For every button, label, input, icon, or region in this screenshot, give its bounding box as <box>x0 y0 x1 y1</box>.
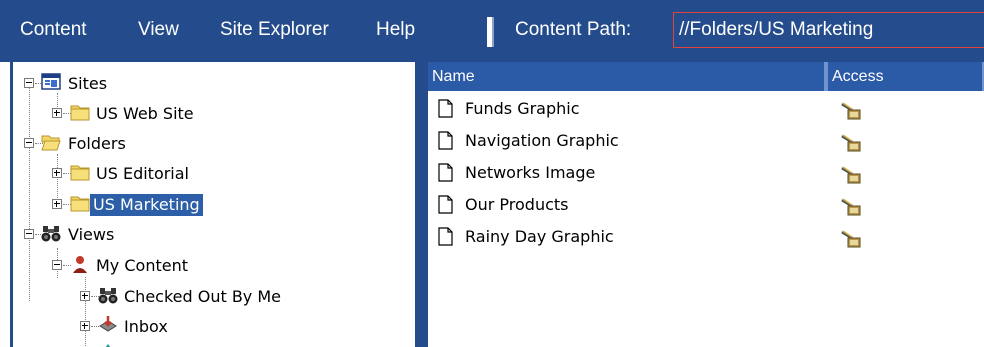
list-item-name: Networks Image <box>465 163 596 182</box>
list-item[interactable]: Our Products <box>438 192 968 222</box>
toolbar-grip[interactable] <box>487 17 494 47</box>
inbox-icon <box>99 316 117 332</box>
tree-item-label: Inbox <box>124 317 168 336</box>
document-icon <box>438 163 453 182</box>
access-key-icon <box>841 102 861 120</box>
document-icon <box>438 195 453 214</box>
folder-icon <box>70 196 90 212</box>
tree-item-label: Checked Out By Me <box>124 287 282 306</box>
tree-item-checked-out-by-me[interactable]: Checked Out By Me <box>13 285 313 311</box>
list-item-name: Our Products <box>465 195 569 214</box>
content-explorer-window: Content View Site Explorer Help Content … <box>0 0 984 347</box>
content-path-label: Content Path: <box>515 19 632 40</box>
document-icon <box>438 227 453 246</box>
document-icon <box>438 131 453 150</box>
binoculars-icon <box>41 226 61 242</box>
access-key-icon <box>841 230 861 248</box>
list-item-name: Rainy Day Graphic <box>465 227 614 246</box>
document-icon <box>438 99 453 118</box>
tree-item-folders[interactable]: Folders <box>13 132 213 158</box>
collapse-icon[interactable] <box>24 229 34 239</box>
list-item[interactable]: Rainy Day Graphic <box>438 224 968 254</box>
tree-item-partial-icon <box>105 344 111 347</box>
tree-item-us-editorial[interactable]: US Editorial <box>13 162 243 188</box>
list-header: Name Access <box>428 62 984 91</box>
column-header-access[interactable]: Access <box>826 62 984 91</box>
tree-item-label: US Web Site <box>96 104 194 123</box>
user-icon <box>73 256 87 273</box>
menu-bar: Content View Site Explorer Help Content … <box>0 0 984 62</box>
open-folder-icon <box>41 135 61 151</box>
tree-pane: Sites US Web Site Folders US Editorial U… <box>10 62 417 347</box>
collapse-icon[interactable] <box>52 260 62 270</box>
tree-item-us-marketing[interactable]: US Marketing <box>13 193 273 219</box>
menu-content[interactable]: Content <box>20 19 87 41</box>
tree-item-label: US Marketing <box>90 194 203 216</box>
content-path-input[interactable]: //Folders/US Marketing <box>673 12 984 48</box>
expand-icon[interactable] <box>52 199 62 209</box>
tree-item-us-web-site[interactable]: US Web Site <box>13 102 243 128</box>
tree-item-label: Views <box>68 225 115 244</box>
tree-item-label: Folders <box>68 134 126 153</box>
menu-site-explorer[interactable]: Site Explorer <box>220 19 329 41</box>
expand-icon[interactable] <box>52 168 62 178</box>
expand-icon[interactable] <box>80 291 90 301</box>
tree-item-inbox[interactable]: Inbox <box>13 315 243 341</box>
tree-item-label: Sites <box>68 74 108 93</box>
column-header-name[interactable]: Name <box>428 62 826 91</box>
pane-splitter[interactable] <box>417 62 428 347</box>
access-key-icon <box>841 166 861 184</box>
expand-icon[interactable] <box>52 108 62 118</box>
access-key-icon <box>841 134 861 152</box>
tree-item-my-content[interactable]: My Content <box>13 254 243 280</box>
folder-icon <box>70 165 90 181</box>
binoculars-icon <box>98 288 118 304</box>
menu-view[interactable]: View <box>138 19 179 41</box>
list-item-name: Navigation Graphic <box>465 131 619 150</box>
folder-icon <box>70 105 90 121</box>
tree-item-label: My Content <box>96 256 188 275</box>
list-item[interactable]: Funds Graphic <box>438 96 968 126</box>
list-item[interactable]: Navigation Graphic <box>438 128 968 158</box>
list-item[interactable]: Networks Image <box>438 160 968 190</box>
content-list-pane: Name Access Funds Graphic Navigation Gra… <box>428 62 984 347</box>
expand-icon[interactable] <box>80 321 90 331</box>
collapse-icon[interactable] <box>24 138 34 148</box>
menu-help[interactable]: Help <box>376 19 415 41</box>
sites-icon <box>41 73 61 90</box>
tree-item-views[interactable]: Views <box>13 223 213 249</box>
tree-item-label: US Editorial <box>96 164 189 183</box>
list-item-name: Funds Graphic <box>465 99 580 118</box>
tree-item-sites[interactable]: Sites <box>13 72 213 98</box>
access-key-icon <box>841 198 861 216</box>
collapse-icon[interactable] <box>24 78 34 88</box>
